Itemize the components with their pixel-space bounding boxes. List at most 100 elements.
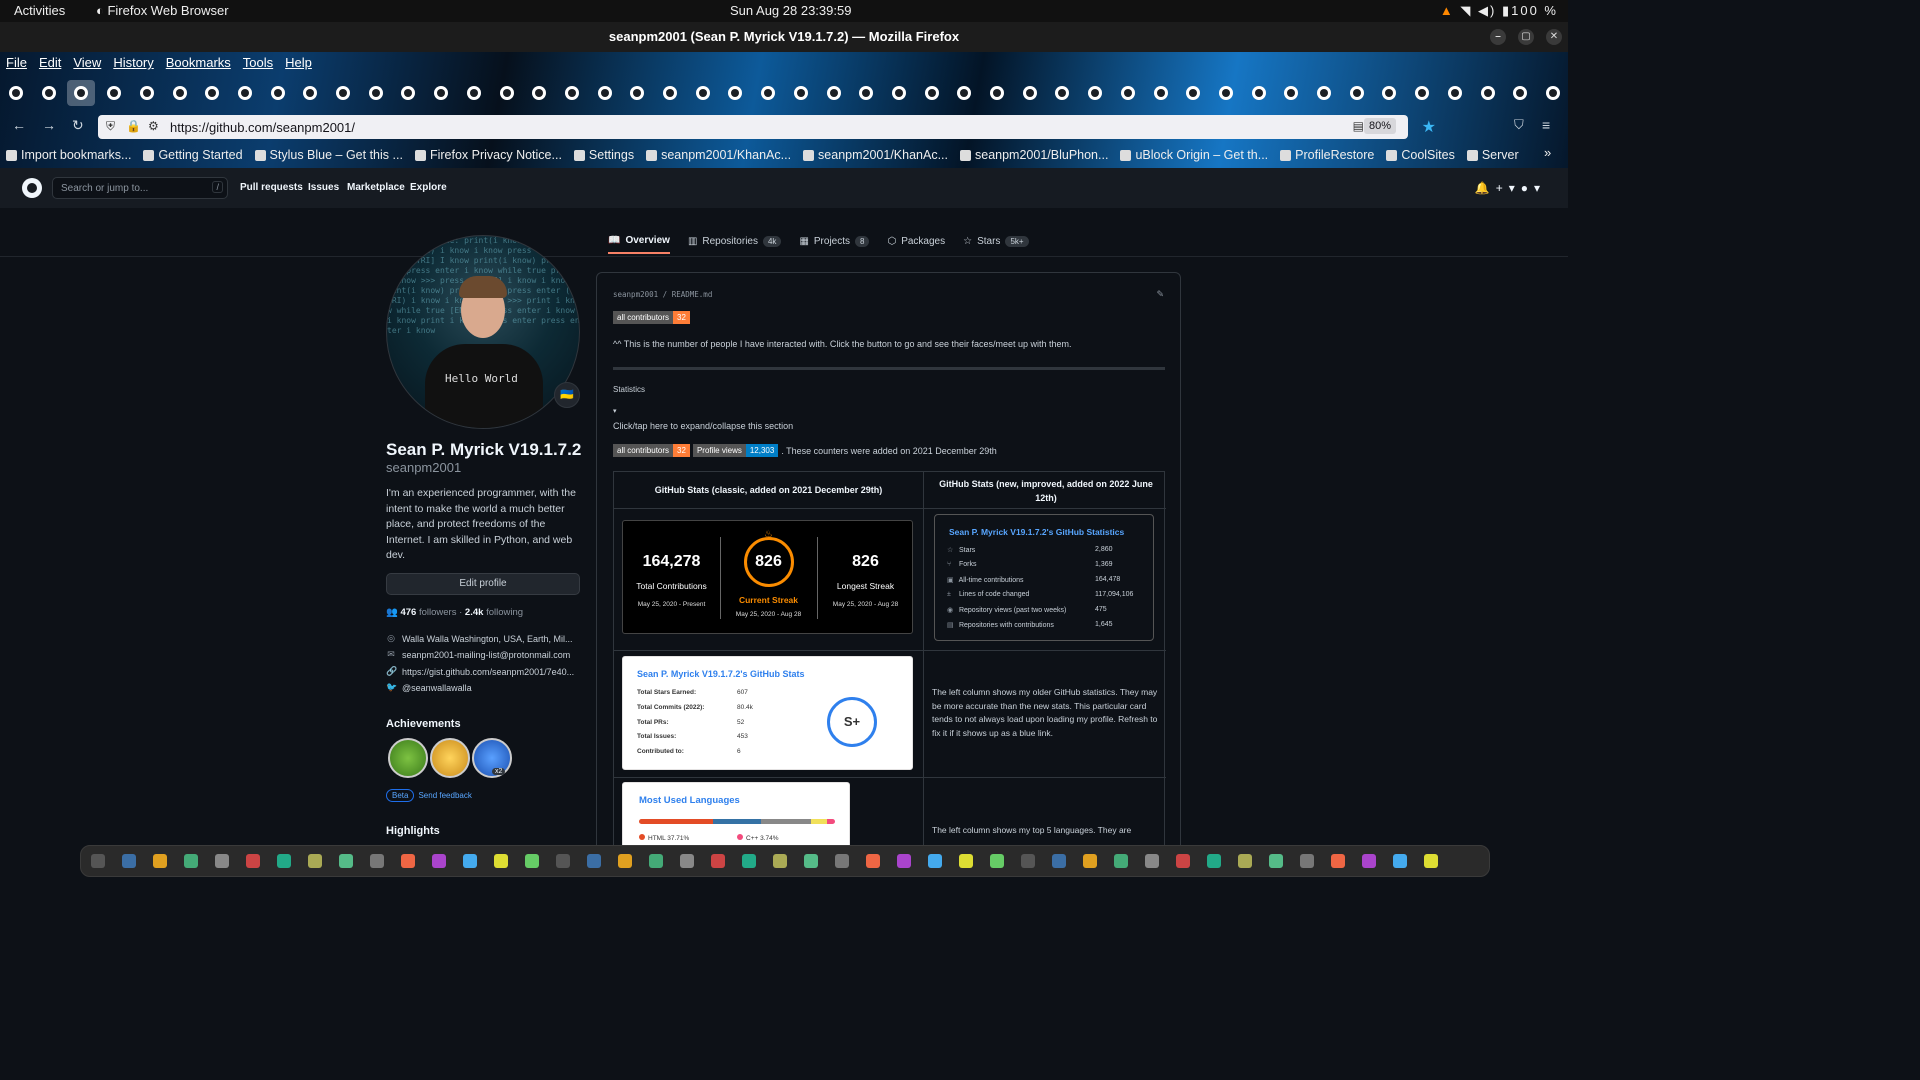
pinned-tab[interactable]: [852, 80, 880, 106]
dock-app-icon[interactable]: [184, 854, 198, 868]
dock-app-icon[interactable]: [711, 854, 725, 868]
pinned-tab[interactable]: [1114, 80, 1142, 106]
dock-app-icon[interactable]: [804, 854, 818, 868]
menu-help[interactable]: Help: [279, 52, 318, 74]
classic-stats-card[interactable]: Sean P. Myrick V19.1.7.2's GitHub Stats …: [622, 656, 913, 770]
bookmark-item[interactable]: Server: [1461, 145, 1525, 165]
dock-app-icon[interactable]: [1176, 854, 1190, 868]
pinned-tab[interactable]: [166, 80, 194, 106]
lock-icon[interactable]: 🔒: [126, 119, 141, 133]
nav-marketplace[interactable]: Marketplace: [347, 182, 405, 193]
pinned-tab[interactable]: [1081, 80, 1109, 106]
activities-button[interactable]: Activities: [14, 3, 65, 18]
pinned-tab[interactable]: [721, 80, 749, 106]
bookmark-item[interactable]: CoolSites: [1380, 145, 1461, 165]
edit-profile-button[interactable]: Edit profile: [386, 573, 580, 595]
followers-count[interactable]: 476: [400, 607, 416, 618]
dock-app-icon[interactable]: [1393, 854, 1407, 868]
dock-app-icon[interactable]: [432, 854, 446, 868]
pinned-tab[interactable]: [67, 80, 96, 106]
bookmark-item[interactable]: Firefox Privacy Notice...: [409, 145, 568, 165]
dock-app-icon[interactable]: [1331, 854, 1345, 868]
dock-app-icon[interactable]: [494, 854, 508, 868]
dock-app-icon[interactable]: [1269, 854, 1283, 868]
minimize-icon[interactable]: –: [1490, 29, 1506, 45]
dock-app-icon[interactable]: [680, 854, 694, 868]
create-new-icon[interactable]: +▾: [1496, 181, 1521, 195]
pinned-tab[interactable]: [754, 80, 782, 106]
shield-icon[interactable]: ⛨: [106, 119, 115, 134]
pinned-tab[interactable]: [296, 80, 324, 106]
dock-app-icon[interactable]: [1300, 854, 1314, 868]
dock-app-icon[interactable]: [1114, 854, 1128, 868]
achievement-quickdraw-icon[interactable]: [430, 738, 470, 778]
maximize-icon[interactable]: ▢: [1518, 29, 1534, 45]
vcard-link[interactable]: 🔗 https://gist.github.com/seanpm2001/7e40…: [386, 666, 574, 677]
dock-app-icon[interactable]: [1145, 854, 1159, 868]
bookmark-item[interactable]: Stylus Blue – Get this ...: [249, 145, 409, 165]
achievement-pull-shark-icon[interactable]: [388, 738, 428, 778]
dock-app-icon[interactable]: [1021, 854, 1035, 868]
pinned-tab[interactable]: [1408, 80, 1436, 106]
pocket-icon[interactable]: ⛉: [1514, 117, 1524, 133]
url-bar[interactable]: ⛨ 🔒 ⚙ https://github.com/seanpm2001/ ▤ 8…: [98, 115, 1436, 139]
nav-issues[interactable]: Issues: [308, 182, 339, 193]
pinned-tab[interactable]: [558, 80, 586, 106]
email-link[interactable]: seanpm2001-mailing-list@protonmail.com: [402, 650, 570, 660]
new-stats-card[interactable]: Sean P. Myrick V19.1.7.2's GitHub Statis…: [934, 514, 1154, 641]
following-count[interactable]: 2.4k: [465, 607, 484, 618]
menu-file[interactable]: File: [0, 52, 33, 74]
readme-path-user[interactable]: seanpm2001: [613, 290, 658, 299]
permissions-icon[interactable]: ⚙: [148, 119, 159, 133]
dock-app-icon[interactable]: [215, 854, 229, 868]
pinned-tab[interactable]: [1539, 80, 1567, 106]
dock-app-icon[interactable]: [742, 854, 756, 868]
pinned-tab[interactable]: [362, 80, 390, 106]
bookmark-item[interactable]: seanpm2001/KhanAc...: [640, 145, 797, 165]
avatar-menu-icon[interactable]: ●▾: [1521, 181, 1546, 195]
bookmark-item[interactable]: ProfileRestore: [1274, 145, 1380, 165]
pinned-tab[interactable]: [1506, 80, 1534, 106]
dock-app-icon[interactable]: [835, 854, 849, 868]
pinned-tab[interactable]: [1179, 80, 1207, 106]
dock-app-icon[interactable]: [649, 854, 663, 868]
menu-view[interactable]: View: [67, 52, 107, 74]
twitter-link[interactable]: @seanwallawalla: [402, 683, 472, 693]
dock-app-icon[interactable]: [587, 854, 601, 868]
hamburger-menu-icon[interactable]: ≡: [1542, 117, 1550, 133]
pinned-tab[interactable]: [950, 80, 978, 106]
dock-app-icon[interactable]: [91, 854, 105, 868]
edit-pencil-icon[interactable]: ✎: [1156, 289, 1164, 300]
pinned-tab[interactable]: [525, 80, 553, 106]
pinned-tab[interactable]: [329, 80, 357, 106]
close-icon[interactable]: ✕: [1546, 29, 1562, 45]
clock[interactable]: Sun Aug 28 23:39:59: [730, 3, 851, 18]
bookmarks-overflow-icon[interactable]: »: [1544, 145, 1551, 160]
dock-app-icon[interactable]: [556, 854, 570, 868]
pinned-tab[interactable]: [231, 80, 259, 106]
dock-app-icon[interactable]: [928, 854, 942, 868]
pinned-tab[interactable]: [1343, 80, 1371, 106]
pinned-tab[interactable]: [1212, 80, 1240, 106]
search-input[interactable]: Search or jump to... /: [52, 177, 228, 199]
status-flag-icon[interactable]: 🇺🇦: [554, 382, 580, 408]
dock-app-icon[interactable]: [618, 854, 632, 868]
dock-app-icon[interactable]: [246, 854, 260, 868]
bookmark-item[interactable]: seanpm2001/BluPhon...: [954, 145, 1114, 165]
pinned-tab[interactable]: [623, 80, 651, 106]
pinned-tab[interactable]: [460, 80, 488, 106]
app-menu[interactable]: ◐ Firefox Web Browser: [96, 3, 229, 18]
pinned-tab[interactable]: [100, 80, 128, 106]
contributors-badge-2[interactable]: all contributors 32: [613, 444, 690, 457]
tab-packages[interactable]: ⬡ Packages: [887, 228, 945, 254]
dock-app-icon[interactable]: [308, 854, 322, 868]
expand-collapse-summary[interactable]: Click/tap here to expand/collapse this s…: [613, 421, 793, 431]
dock-app-icon[interactable]: [1362, 854, 1376, 868]
bookmark-item[interactable]: Import bookmarks...: [0, 145, 137, 165]
contributors-badge[interactable]: all contributors 32: [613, 311, 690, 324]
zoom-level[interactable]: 80%: [1363, 118, 1396, 134]
pinned-tab[interactable]: [493, 80, 521, 106]
dock-app-icon[interactable]: [153, 854, 167, 868]
tab-repositories[interactable]: ▥ Repositories 4k: [688, 228, 782, 254]
dock-app-icon[interactable]: [401, 854, 415, 868]
